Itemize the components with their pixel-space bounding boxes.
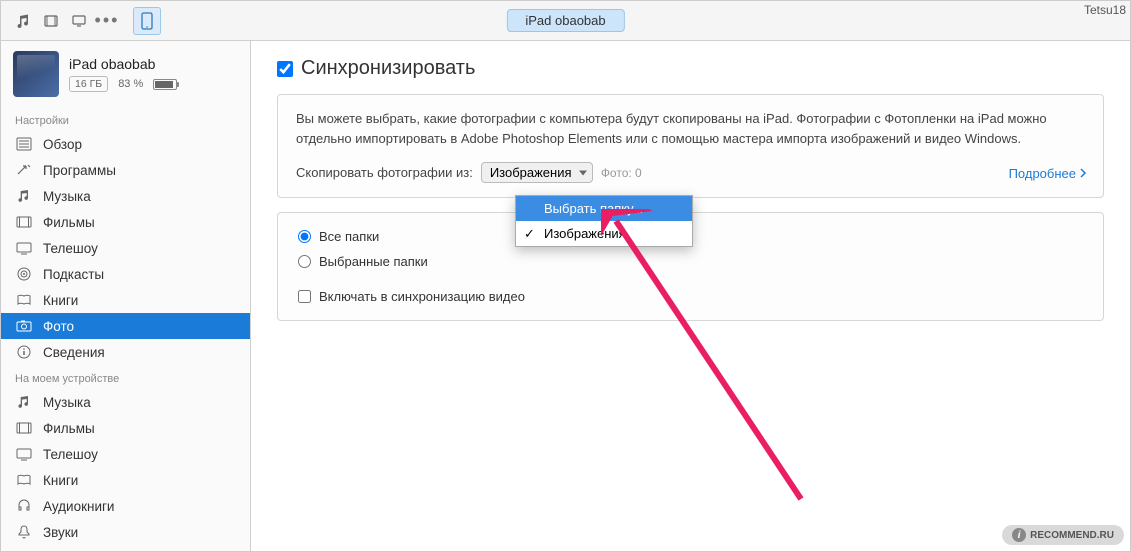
- summary-icon: [15, 136, 33, 152]
- sync-label: Синхронизировать: [301, 57, 475, 80]
- sidebar-item-podcasts[interactable]: Подкасты: [1, 261, 250, 287]
- sidebar-device-movies[interactable]: Фильмы: [1, 415, 250, 441]
- sidebar-item-music[interactable]: Музыка: [1, 183, 250, 209]
- battery-icon: [153, 79, 177, 90]
- sync-checkbox[interactable]: [277, 61, 293, 77]
- sidebar-device-music[interactable]: Музыка: [1, 389, 250, 415]
- tv-nav-icon: [15, 240, 33, 256]
- section-label-settings: Настройки: [1, 107, 250, 131]
- dropdown-item-pictures[interactable]: ✓Изображения: [516, 221, 692, 246]
- radio-all-folders[interactable]: [298, 230, 311, 243]
- sidebar-item-apps[interactable]: Программы: [1, 157, 250, 183]
- sync-header: Синхронизировать: [277, 57, 1104, 80]
- info-box: Вы можете выбрать, какие фотографии с ко…: [277, 94, 1104, 198]
- irecommend-badge: RECOMMEND.RU: [1002, 525, 1124, 545]
- apps-icon: [15, 162, 33, 178]
- device-thumbnail: [13, 51, 59, 97]
- chevron-right-icon: [1080, 168, 1087, 178]
- sidebar: iPad obaobab 16 ГБ 83 % Настройки Обзор …: [1, 41, 251, 551]
- sidebar-item-label: Обзор: [43, 137, 82, 152]
- books-icon: [15, 292, 33, 308]
- audiobooks-icon: [15, 498, 33, 514]
- sidebar-item-label: Музыка: [43, 395, 91, 410]
- device-icon[interactable]: [133, 7, 161, 35]
- checkbox-label: Включать в синхронизацию видео: [319, 289, 525, 304]
- tv-icon[interactable]: [65, 7, 93, 35]
- device-pill[interactable]: iPad obaobab: [506, 9, 624, 32]
- sidebar-item-label: Подкасты: [43, 267, 104, 282]
- capacity-badge: 16 ГБ: [69, 76, 108, 92]
- sidebar-device-books[interactable]: Книги: [1, 467, 250, 493]
- section-label-ondevice: На моем устройстве: [1, 365, 250, 389]
- sidebar-item-info[interactable]: Сведения: [1, 339, 250, 365]
- music-icon[interactable]: [9, 7, 37, 35]
- include-video-checkbox[interactable]: [298, 290, 311, 303]
- battery-percent: 83 %: [118, 78, 143, 90]
- bell-icon: [15, 524, 33, 540]
- check-icon: ✓: [524, 226, 535, 242]
- podcasts-icon: [15, 266, 33, 282]
- sidebar-item-label: Телешоу: [43, 447, 98, 462]
- sidebar-item-label: Фильмы: [43, 215, 95, 230]
- sidebar-item-label: Телешоу: [43, 241, 98, 256]
- info-icon: [15, 344, 33, 360]
- sidebar-item-label: Сведения: [43, 345, 105, 360]
- device-name: iPad obaobab: [69, 56, 238, 72]
- watermark: Tetsu18: [1084, 3, 1126, 17]
- sidebar-item-label: Книги: [43, 473, 78, 488]
- sidebar-item-photos[interactable]: Фото: [1, 313, 250, 339]
- more-icon[interactable]: •••: [93, 7, 121, 35]
- photo-count: Фото: 0: [601, 164, 642, 182]
- sidebar-item-label: Программы: [43, 163, 116, 178]
- radio-selected-folders[interactable]: [298, 255, 311, 268]
- folder-dropdown: Выбрать папку... ✓Изображения: [515, 195, 693, 247]
- movies-nav-icon: [15, 214, 33, 230]
- sidebar-item-summary[interactable]: Обзор: [1, 131, 250, 157]
- music-nav-icon: [15, 394, 33, 410]
- sidebar-device-tones[interactable]: Звуки: [1, 519, 250, 545]
- sidebar-item-label: Аудиокниги: [43, 499, 114, 514]
- camera-icon: [15, 318, 33, 334]
- copy-from-label: Скопировать фотографии из:: [296, 163, 473, 183]
- folder-select[interactable]: Изображения: [481, 162, 593, 183]
- sidebar-device-tvshows[interactable]: Телешоу: [1, 441, 250, 467]
- sidebar-item-label: Музыка: [43, 189, 91, 204]
- movies-nav-icon: [15, 420, 33, 436]
- sidebar-item-label: Звуки: [43, 525, 78, 540]
- tv-nav-icon: [15, 446, 33, 462]
- sidebar-item-label: Фото: [43, 319, 74, 334]
- books-icon: [15, 472, 33, 488]
- sidebar-item-label: Книги: [43, 293, 78, 308]
- music-nav-icon: [15, 188, 33, 204]
- device-header[interactable]: iPad obaobab 16 ГБ 83 %: [1, 41, 250, 107]
- toolbar: ••• iPad obaobab: [1, 1, 1130, 41]
- sidebar-item-tvshows[interactable]: Телешоу: [1, 235, 250, 261]
- sidebar-item-label: Фильмы: [43, 421, 95, 436]
- more-link[interactable]: Подробнее: [1009, 164, 1087, 184]
- sidebar-device-audiobooks[interactable]: Аудиокниги: [1, 493, 250, 519]
- radio-label: Все папки: [319, 229, 379, 244]
- sidebar-item-books[interactable]: Книги: [1, 287, 250, 313]
- movies-icon[interactable]: [37, 7, 65, 35]
- radio-label: Выбранные папки: [319, 254, 428, 269]
- dropdown-item-choose-folder[interactable]: Выбрать папку...: [516, 196, 692, 221]
- info-text: Вы можете выбрать, какие фотографии с ко…: [296, 109, 1085, 148]
- sidebar-item-movies[interactable]: Фильмы: [1, 209, 250, 235]
- content-area: Синхронизировать Вы можете выбрать, каки…: [251, 41, 1130, 551]
